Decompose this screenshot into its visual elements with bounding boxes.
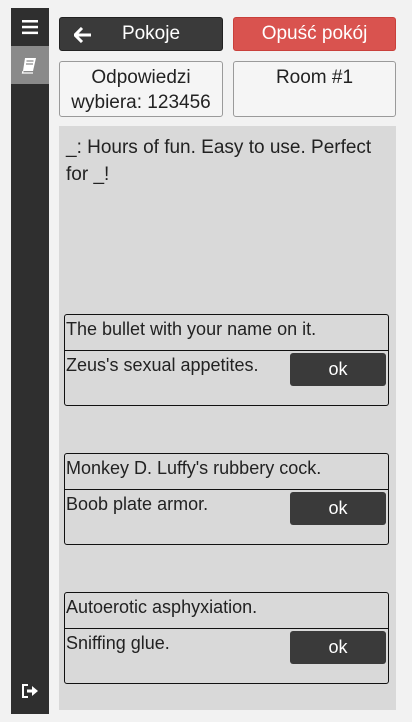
leave-room-label: Opuść pokój — [261, 23, 368, 44]
answer-card-3: Autoerotic asphyxiation. Sniffing glue. … — [64, 592, 389, 684]
answer-1: Autoerotic asphyxiation. — [65, 593, 388, 629]
chooser-info: Odpowiedzi wybiera: 123456 — [59, 61, 223, 117]
arrow-left-icon — [74, 27, 91, 43]
answer-1: Monkey D. Luffy's rubbery cock. — [65, 454, 388, 490]
room-name: Room #1 — [233, 61, 396, 117]
ok-button[interactable]: ok — [290, 353, 386, 386]
game-panel: _: Hours of fun. Easy to use. Perfect fo… — [59, 126, 396, 710]
hamburger-menu-icon — [22, 20, 38, 35]
question-card: _: Hours of fun. Easy to use. Perfect fo… — [66, 137, 372, 185]
book-icon — [21, 58, 36, 74]
ok-button[interactable]: ok — [290, 631, 386, 664]
sign-out-icon — [22, 684, 38, 698]
back-to-rooms-button[interactable]: Pokoje — [59, 17, 223, 51]
answer-card-1: The bullet with your name on it. Zeus's … — [64, 314, 389, 406]
ok-button[interactable]: ok — [290, 492, 386, 525]
room-label: Room #1 — [275, 67, 354, 88]
back-button-label: Pokoje — [121, 23, 181, 44]
chooser-line-1: Odpowiedzi — [91, 67, 191, 88]
sidebar — [11, 8, 49, 714]
rules-button[interactable] — [11, 46, 49, 84]
answer-1: The bullet with your name on it. — [65, 315, 388, 351]
menu-button[interactable] — [11, 8, 49, 46]
logout-button[interactable] — [11, 672, 49, 710]
leave-room-button[interactable]: Opuść pokój — [233, 17, 396, 51]
chooser-line-2: wybiera: 123456 — [71, 92, 211, 113]
answer-card-2: Monkey D. Luffy's rubbery cock. Boob pla… — [64, 453, 389, 545]
